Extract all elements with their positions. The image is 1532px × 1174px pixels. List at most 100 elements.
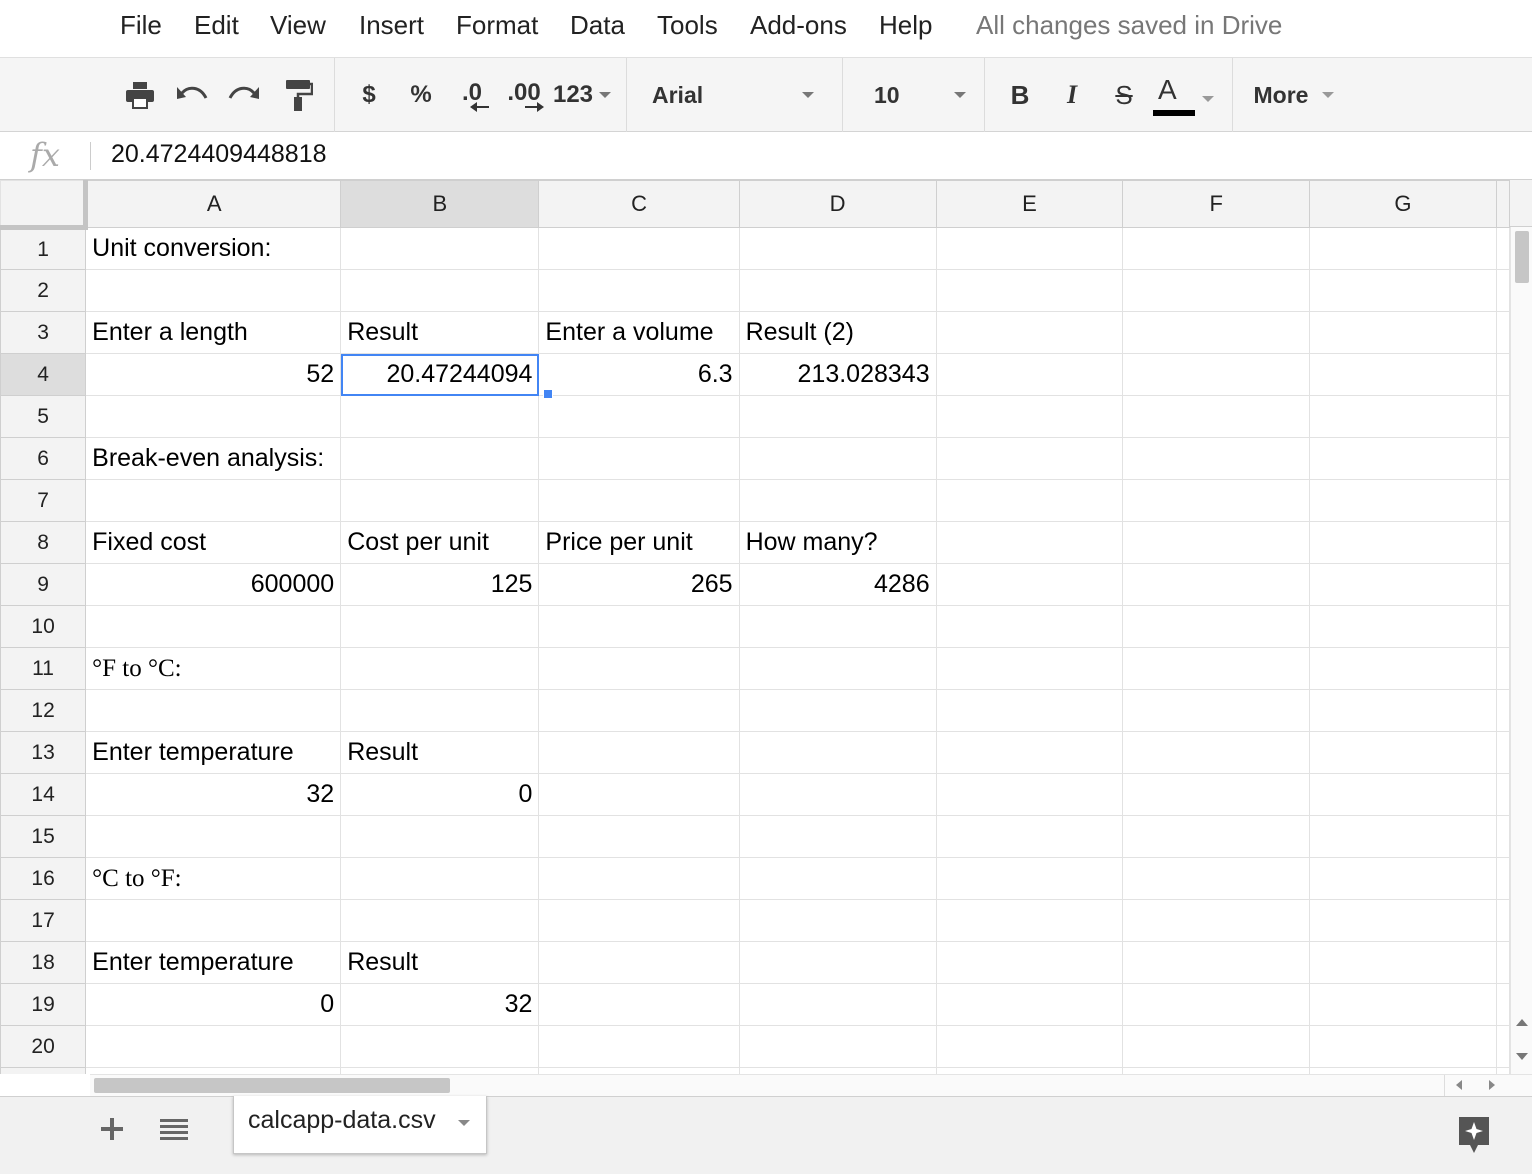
- cell-b17[interactable]: [340, 899, 540, 942]
- menu-help[interactable]: Help: [879, 10, 932, 41]
- chevron-down-icon[interactable]: [458, 1120, 470, 1126]
- cell-b18[interactable]: Result: [340, 941, 540, 984]
- cell-g15[interactable]: [1308, 815, 1498, 858]
- cell-b12[interactable]: [340, 689, 540, 732]
- cell-d4[interactable]: 213.028343: [738, 353, 937, 396]
- cell-d15[interactable]: [738, 815, 937, 858]
- cell-a6[interactable]: Break-even analysis:: [85, 437, 342, 480]
- cell-f11[interactable]: [1122, 647, 1310, 690]
- cell-b1[interactable]: [340, 227, 540, 270]
- cell-b5[interactable]: [340, 395, 540, 438]
- cell-g7[interactable]: [1308, 479, 1498, 522]
- cell-c11[interactable]: [538, 647, 740, 690]
- cell-c16[interactable]: [538, 857, 740, 900]
- cell-a2[interactable]: [85, 269, 342, 312]
- decrease-decimal-button[interactable]: .0: [452, 58, 492, 132]
- column-header-c[interactable]: C: [538, 180, 740, 228]
- cell-e10[interactable]: [935, 605, 1124, 648]
- column-header-b[interactable]: B: [340, 180, 540, 228]
- cell-f16[interactable]: [1122, 857, 1310, 900]
- row-header[interactable]: 1: [0, 227, 87, 270]
- cell-g9[interactable]: [1308, 563, 1498, 606]
- cell-b13[interactable]: Result: [340, 731, 540, 774]
- cell-g19[interactable]: [1308, 983, 1498, 1026]
- cell-d1[interactable]: [738, 227, 937, 270]
- cell-g14[interactable]: [1308, 773, 1498, 816]
- row-header[interactable]: 10: [0, 605, 87, 648]
- cell-d10[interactable]: [738, 605, 937, 648]
- row-header[interactable]: 14: [0, 773, 87, 816]
- row-header[interactable]: 19: [0, 983, 87, 1026]
- cell-e6[interactable]: [935, 437, 1124, 480]
- cell-d6[interactable]: [738, 437, 937, 480]
- cell-e2[interactable]: [935, 269, 1124, 312]
- cell-g12[interactable]: [1308, 689, 1498, 732]
- cell-d7[interactable]: [738, 479, 937, 522]
- cell-c3[interactable]: Enter a volume: [538, 311, 740, 354]
- cell-c15[interactable]: [538, 815, 740, 858]
- cell-g13[interactable]: [1308, 731, 1498, 774]
- cell-a18[interactable]: Enter temperature: [85, 941, 342, 984]
- cell-f13[interactable]: [1122, 731, 1310, 774]
- row-header[interactable]: 8: [0, 521, 87, 564]
- cell-c10[interactable]: [538, 605, 740, 648]
- cell-b10[interactable]: [340, 605, 540, 648]
- cell-e3[interactable]: [935, 311, 1124, 354]
- cell-a12[interactable]: [85, 689, 342, 732]
- cell-c9[interactable]: 265: [538, 563, 740, 606]
- cell-a7[interactable]: [85, 479, 342, 522]
- row-header[interactable]: 3: [0, 311, 87, 354]
- cell-e4[interactable]: [935, 353, 1124, 396]
- cell-b16[interactable]: [340, 857, 540, 900]
- cell-b8[interactable]: Cost per unit: [340, 521, 540, 564]
- scroll-left-arrow-icon[interactable]: [1456, 1080, 1462, 1090]
- text-color-button[interactable]: A: [1150, 58, 1220, 132]
- cell-b19[interactable]: 32: [340, 983, 540, 1026]
- menu-view[interactable]: View: [270, 10, 326, 41]
- cell-c18[interactable]: [538, 941, 740, 984]
- cell-d9[interactable]: 4286: [738, 563, 937, 606]
- cell-a3[interactable]: Enter a length: [85, 311, 342, 354]
- cell-c1[interactable]: [538, 227, 740, 270]
- cell-e1[interactable]: [935, 227, 1124, 270]
- cell-d17[interactable]: [738, 899, 937, 942]
- cell-a14[interactable]: 32: [85, 773, 342, 816]
- undo-button[interactable]: [172, 58, 212, 132]
- cell-d20[interactable]: [738, 1025, 937, 1068]
- cell-f20[interactable]: [1122, 1025, 1310, 1068]
- cell-f7[interactable]: [1122, 479, 1310, 522]
- cell-a16[interactable]: °C to °F:: [85, 857, 342, 900]
- cell-g5[interactable]: [1308, 395, 1498, 438]
- print-button[interactable]: [120, 58, 160, 132]
- select-all-corner[interactable]: [0, 180, 89, 230]
- cell-a17[interactable]: [85, 899, 342, 942]
- currency-format-button[interactable]: $: [350, 58, 388, 132]
- cell-d19[interactable]: [738, 983, 937, 1026]
- cell-e5[interactable]: [935, 395, 1124, 438]
- scroll-right-arrow-icon[interactable]: [1489, 1080, 1495, 1090]
- column-header-f[interactable]: F: [1122, 180, 1310, 228]
- cell-c17[interactable]: [538, 899, 740, 942]
- menu-insert[interactable]: Insert: [359, 10, 424, 41]
- cell-f17[interactable]: [1122, 899, 1310, 942]
- cell-b4[interactable]: 20.47244094: [340, 353, 540, 396]
- cell-d3[interactable]: Result (2): [738, 311, 937, 354]
- row-header[interactable]: 5: [0, 395, 87, 438]
- more-formats-button[interactable]: 123: [552, 58, 612, 132]
- cell-e12[interactable]: [935, 689, 1124, 732]
- cell-g11[interactable]: [1308, 647, 1498, 690]
- cell-e11[interactable]: [935, 647, 1124, 690]
- font-size-select[interactable]: 10: [858, 58, 974, 132]
- cell-a1[interactable]: Unit conversion:: [85, 227, 342, 270]
- column-header-e[interactable]: E: [935, 180, 1124, 228]
- menu-data[interactable]: Data: [570, 10, 625, 41]
- cell-g8[interactable]: [1308, 521, 1498, 564]
- cell-g2[interactable]: [1308, 269, 1498, 312]
- formula-input[interactable]: 20.4724409448818: [111, 140, 327, 169]
- cell-c12[interactable]: [538, 689, 740, 732]
- cell-b11[interactable]: [340, 647, 540, 690]
- cell-g16[interactable]: [1308, 857, 1498, 900]
- cell-c6[interactable]: [538, 437, 740, 480]
- strikethrough-button[interactable]: S: [1106, 58, 1142, 132]
- column-header-a[interactable]: A: [85, 180, 342, 228]
